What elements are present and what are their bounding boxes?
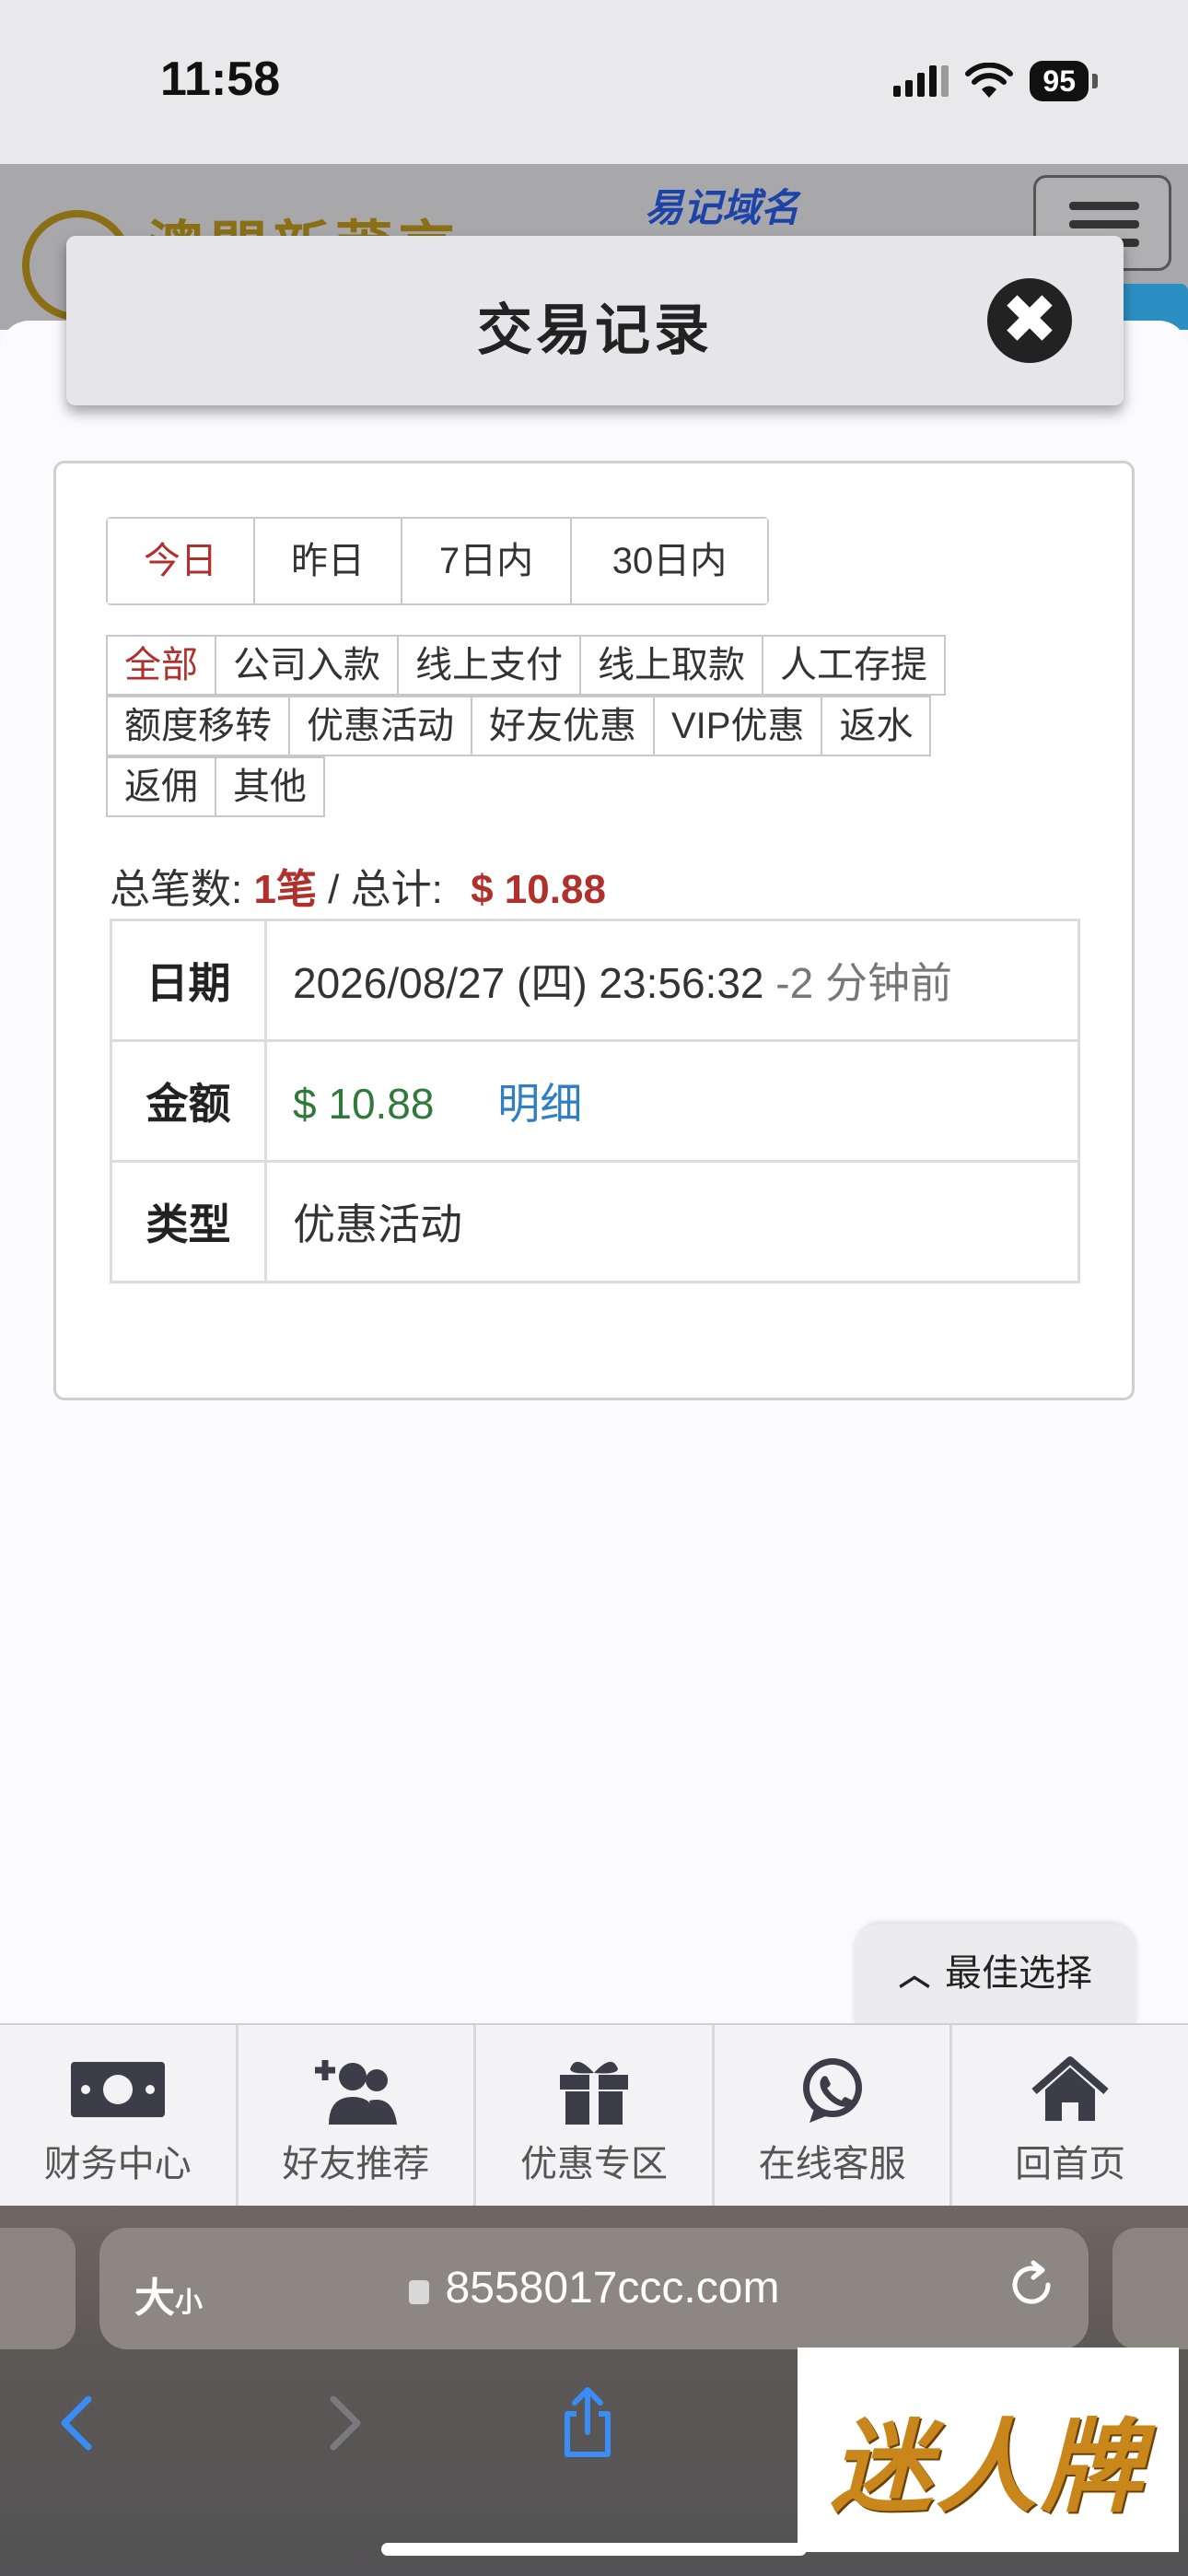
advertisement-banner[interactable]: 迷人牌 <box>798 2348 1179 2552</box>
previous-tab-preview[interactable] <box>0 2228 76 2349</box>
money-icon <box>70 2062 165 2117</box>
address-bar[interactable]: 大小 8558017ccc.com <box>99 2228 1089 2349</box>
chevron-up-icon: ︿ <box>899 1958 930 1993</box>
nav-label: 财务中心 <box>43 2144 192 2184</box>
transaction-panel: 今日 昨日 7日内 30日内 全部 公司入款 线上支付 线上取款 人工存提 额度… <box>53 461 1135 1400</box>
tab-7-days[interactable]: 7日内 <box>402 519 572 603</box>
modal-header: 交易记录 ✖ <box>66 236 1124 405</box>
status-icons: 95 <box>893 61 1098 101</box>
table-row: 日期 2026/08/27 (四) 23:56:32 -2 分钟前 <box>110 919 1080 1042</box>
home-indicator[interactable] <box>381 2543 807 2556</box>
transaction-summary: 总笔数: 1笔 / 总计: $ 10.88 <box>110 856 606 915</box>
filter-manual-deposit-withdraw[interactable]: 人工存提 <box>762 635 946 696</box>
forward-icon[interactable] <box>304 2386 378 2460</box>
total-value: $ 10.88 <box>471 867 606 912</box>
best-choice-button[interactable]: ︿ 最佳选择 <box>855 1924 1136 2023</box>
wifi-icon <box>965 63 1014 98</box>
date-cell: 2026/08/27 (四) 23:56:32 -2 分钟前 <box>264 919 1080 1042</box>
best-choice-label: 最佳选择 <box>945 1953 1092 1994</box>
nav-home[interactable]: 回首页 <box>952 2025 1188 2206</box>
battery-indicator: 95 <box>1030 61 1098 101</box>
filter-company-deposit[interactable]: 公司入款 <box>215 635 399 696</box>
filter-online-payment[interactable]: 线上支付 <box>397 635 581 696</box>
amount-cell: $ 10.88 明细 <box>264 1039 1080 1163</box>
tab-30-days[interactable]: 30日内 <box>572 519 767 603</box>
type-filter-grid: 全部 公司入款 线上支付 线上取款 人工存提 额度移转 优惠活动 好友优惠 VI… <box>106 635 1082 817</box>
nav-finance-center[interactable]: 财务中心 <box>0 2025 239 2206</box>
summary-separator: / <box>316 867 351 912</box>
back-icon[interactable] <box>44 2386 118 2460</box>
whatsapp-icon <box>802 2058 862 2123</box>
share-icon[interactable] <box>551 2386 624 2460</box>
nav-label: 优惠专区 <box>519 2144 668 2184</box>
filter-other[interactable]: 其他 <box>215 756 325 817</box>
filter-all[interactable]: 全部 <box>106 635 216 696</box>
reload-icon[interactable] <box>1006 2259 1057 2311</box>
total-label: 总计: <box>350 867 443 912</box>
filter-vip-bonus[interactable]: VIP优惠 <box>653 696 823 756</box>
date-relative: -2 分钟前 <box>775 959 952 1007</box>
table-row: 金额 $ 10.88 明细 <box>110 1039 1080 1163</box>
table-row: 类型 优惠活动 <box>110 1160 1080 1283</box>
count-value: 1笔 <box>253 867 317 912</box>
lock-icon <box>408 2280 429 2304</box>
filter-promotions[interactable]: 优惠活动 <box>288 696 472 756</box>
type-filter-row: 全部 公司入款 线上支付 线上取款 人工存提 <box>106 635 1082 696</box>
url-display: 8558017ccc.com <box>99 2263 1089 2313</box>
nav-label: 好友推荐 <box>282 2144 430 2184</box>
next-tab-preview[interactable] <box>1112 2228 1188 2349</box>
nav-promotions[interactable]: 优惠专区 <box>476 2025 715 2206</box>
detail-link[interactable]: 明细 <box>497 1080 582 1128</box>
gift-icon <box>559 2061 628 2125</box>
site-domain-link[interactable]: 易记域名 <box>645 177 799 233</box>
nav-online-support[interactable]: 在线客服 <box>715 2025 953 2206</box>
cellular-signal-icon <box>893 65 949 97</box>
status-bar: 11:58 95 <box>0 0 1188 164</box>
bottom-nav: 财务中心 好友推荐 优惠专区 在线客服 回首页 <box>0 2023 1188 2206</box>
transaction-record-table: 日期 2026/08/27 (四) 23:56:32 -2 分钟前 金额 $ 1… <box>110 919 1080 1283</box>
filter-friend-bonus[interactable]: 好友优惠 <box>471 696 655 756</box>
filter-rebate[interactable]: 返水 <box>821 696 932 756</box>
close-icon[interactable]: ✖ <box>987 278 1072 363</box>
date-range-tabs: 今日 昨日 7日内 30日内 <box>106 517 769 605</box>
nav-friend-referral[interactable]: 好友推荐 <box>239 2025 477 2206</box>
type-value: 优惠活动 <box>264 1160 1080 1283</box>
date-value: 2026/08/27 (四) 23:56:32 <box>293 959 764 1007</box>
url-text: 8558017ccc.com <box>445 2264 780 2313</box>
tab-today[interactable]: 今日 <box>108 519 255 603</box>
user-plus-icon <box>315 2060 398 2125</box>
type-label: 类型 <box>110 1160 267 1283</box>
modal-title: 交易记录 <box>477 299 713 361</box>
type-filter-row: 额度移转 优惠活动 好友优惠 VIP优惠 返水 <box>106 696 1082 756</box>
nav-label: 在线客服 <box>758 2144 906 2184</box>
ad-text: 迷人牌 <box>831 2411 1146 2524</box>
status-time: 11:58 <box>160 53 281 106</box>
home-icon <box>1031 2056 1109 2121</box>
filter-credit-transfer[interactable]: 额度移转 <box>106 696 290 756</box>
amount-label: 金额 <box>110 1039 267 1163</box>
count-label: 总笔数: <box>110 867 243 912</box>
nav-label: 回首页 <box>1015 2144 1126 2184</box>
amount-value: $ 10.88 <box>293 1080 435 1128</box>
filter-online-withdrawal[interactable]: 线上取款 <box>579 635 763 696</box>
tab-yesterday[interactable]: 昨日 <box>255 519 402 603</box>
date-label: 日期 <box>110 919 267 1042</box>
filter-commission[interactable]: 返佣 <box>106 756 216 817</box>
type-filter-row: 返佣 其他 <box>106 756 1082 817</box>
